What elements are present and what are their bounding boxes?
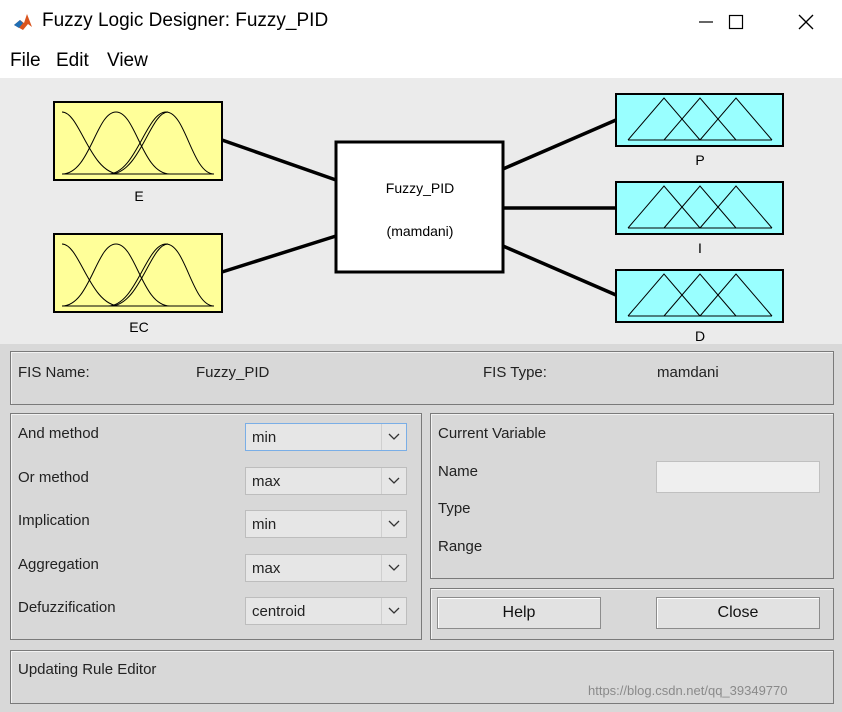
fis-type-value: mamdani [657,364,719,381]
help-button[interactable]: Help [437,597,601,629]
status-text: Updating Rule Editor [18,661,157,678]
system-name: Fuzzy_PID [385,180,455,196]
fis-name-label: FIS Name: [18,364,90,381]
output-variable-d[interactable] [615,269,784,323]
chevron-down-icon [381,598,406,624]
or-method-select[interactable]: max [245,467,407,495]
defuzzification-value: centroid [252,603,306,620]
or-method-value: max [252,473,281,490]
implication-value: min [252,516,277,533]
chevron-down-icon [381,468,406,494]
chevron-down-icon [381,511,406,537]
chevron-down-icon [381,424,406,450]
fis-system-box[interactable] [334,140,505,274]
input-label-ec: EC [129,319,149,335]
fis-diagram: E EC Fuzzy_PID (mamdani) P I D [0,78,842,344]
matlab-icon [12,11,34,33]
menu-edit[interactable]: Edit [56,50,89,72]
current-variable-title: Current Variable [438,425,547,442]
aggregation-value: max [252,560,281,577]
aggregation-select[interactable]: max [245,554,407,582]
output-variable-i[interactable] [615,181,784,235]
menu-view[interactable]: View [107,50,148,72]
maximize-button[interactable] [708,0,764,44]
variable-name-field[interactable] [656,461,820,493]
close-icon [798,14,814,30]
system-type: (mamdani) [386,223,454,239]
aggregation-label: Aggregation [18,556,99,573]
implication-select[interactable]: min [245,510,407,538]
and-method-label: And method [18,425,99,442]
or-method-label: Or method [18,469,89,486]
input-label-e: E [134,188,144,204]
input-variable-ec[interactable] [53,233,223,313]
menu-file[interactable]: File [10,50,41,72]
fis-name-value[interactable]: Fuzzy_PID [196,364,269,381]
variable-name-label: Name [438,463,479,480]
input-variable-e[interactable] [53,101,223,181]
connector-e [221,138,337,182]
output-variable-p[interactable] [615,93,784,147]
maximize-icon [728,14,744,30]
connector-d [502,244,617,297]
defuzzification-label: Defuzzification [18,599,116,616]
diagram-canvas [53,93,784,323]
watermark-text: https://blog.csdn.net/qq_39349770 [588,683,788,698]
defuzzification-select[interactable]: centroid [245,597,407,625]
variable-range-label: Range [438,538,483,555]
menu-bar: File Edit View [0,44,842,78]
variable-type-label: Type [438,500,471,517]
output-label-i: I [698,240,702,256]
and-method-value: min [252,429,277,446]
output-label-p: P [695,152,705,168]
chevron-down-icon [381,555,406,581]
close-button[interactable]: Close [656,597,820,629]
window-title: Fuzzy Logic Designer: Fuzzy_PID [42,10,329,31]
connector-p [502,118,617,171]
fis-type-label: FIS Type: [483,364,547,381]
implication-label: Implication [18,512,90,529]
output-label-d: D [694,328,706,344]
connector-ec [221,234,337,274]
title-bar: Fuzzy Logic Designer: Fuzzy_PID [0,0,842,44]
and-method-select[interactable]: min [245,423,407,451]
close-window-button[interactable] [778,0,834,44]
